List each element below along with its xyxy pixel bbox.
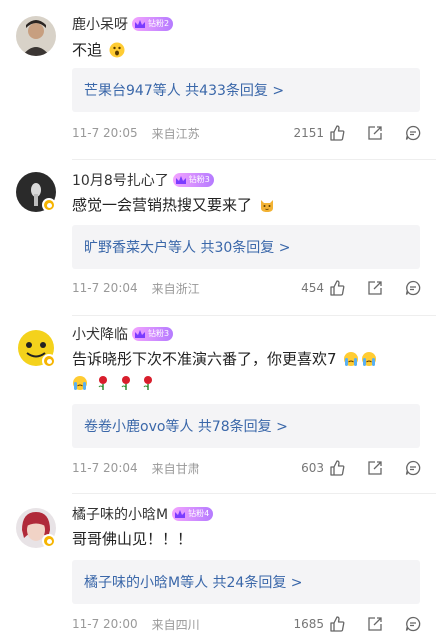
comment-location: 来自江苏	[151, 126, 200, 141]
comment-icon[interactable]	[404, 279, 422, 297]
comment-actions: 454	[301, 278, 422, 298]
crown-icon	[135, 330, 145, 338]
avatar[interactable]	[16, 16, 56, 56]
like-count: 1685	[293, 617, 324, 631]
replies-summary[interactable]: 芒果台947等人 共433条回复 >	[72, 68, 420, 112]
like-count: 2151	[293, 126, 324, 140]
fan-badge: 钻粉3	[132, 327, 174, 341]
comment-meta: 11-7 20:04 来自浙江 454	[72, 278, 422, 298]
thumbs-up-icon[interactable]	[328, 459, 346, 477]
comment-date: 11-7 20:05	[72, 126, 138, 140]
thumbs-up-icon[interactable]	[328, 279, 346, 297]
crying-emoji-icon	[344, 352, 359, 366]
username-row: 橘子味的小晗M 钻粉4	[72, 504, 214, 524]
verified-badge-icon	[42, 354, 56, 368]
crown-icon	[175, 510, 186, 518]
username-row: 小犬降临 钻粉3	[72, 324, 174, 344]
comment-item: 10月8号扎心了 钻粉3 感觉一会营销热搜又要来了 旷野香菜大户等人 共30条回…	[0, 160, 436, 316]
crown-icon	[175, 176, 186, 184]
comment-actions: 603	[301, 458, 422, 478]
username[interactable]: 橘子味的小晗M	[72, 504, 168, 524]
comment-text-content: 不追	[72, 41, 103, 59]
comment-meta: 11-7 20:04 来自甘肃 603	[72, 458, 422, 478]
comment-actions: 2151	[293, 123, 422, 143]
fan-badge-label: 钻粉4	[188, 509, 210, 518]
scared-emoji-icon	[109, 42, 125, 58]
fan-badge-label: 钻粉2	[148, 19, 170, 28]
replies-summary[interactable]: 旷野香菜大户等人 共30条回复 >	[72, 225, 420, 269]
comment-item: 橘子味的小晗M 钻粉4 哥哥佛山见！！！ 橘子味的小晗M等人 共24条回复 > …	[0, 494, 436, 640]
fan-badge-label: 钻粉3	[188, 175, 210, 184]
comment-date: 11-7 20:00	[72, 617, 138, 631]
replies-link[interactable]: 旷野香菜大户等人 共30条回复 >	[84, 237, 290, 257]
comment-location: 来自浙江	[151, 281, 200, 296]
crying-emoji-icon	[73, 376, 87, 390]
replies-summary[interactable]: 卷卷小鹿ovo等人 共78条回复 >	[72, 404, 420, 448]
crown-icon	[135, 20, 145, 28]
fan-badge: 钻粉3	[172, 173, 214, 187]
comment-location: 来自四川	[151, 617, 200, 632]
rose-emoji-icon	[143, 376, 153, 390]
comment-icon[interactable]	[404, 459, 422, 477]
thumbs-up-icon[interactable]	[328, 615, 346, 633]
fan-badge-label: 钻粉3	[148, 329, 170, 338]
comment-text: 告诉晓彤下次不准演六番了，你更喜欢7	[72, 347, 422, 395]
comment-actions: 1685	[293, 614, 422, 634]
fan-badge: 钻粉4	[172, 507, 214, 521]
comment-icon[interactable]	[404, 615, 422, 633]
comment-date: 11-7 20:04	[72, 281, 138, 295]
username-row: 鹿小呆呀 钻粉2	[72, 14, 174, 34]
like-count: 603	[301, 461, 324, 475]
comment-text: 感觉一会营销热搜又要来了	[72, 193, 422, 217]
rose-emoji-icon	[98, 376, 107, 390]
comment-meta: 11-7 20:05 来自江苏 2151	[72, 123, 422, 143]
fan-badge: 钻粉2	[132, 17, 174, 31]
replies-link[interactable]: 芒果台947等人 共433条回复 >	[84, 80, 284, 100]
comment-text: 哥哥佛山见！！！	[72, 527, 422, 551]
like-count: 454	[301, 281, 324, 295]
rose-emoji-icon	[121, 376, 130, 390]
comment-text-content: 哥哥佛山见！！！	[72, 530, 193, 548]
cat-emoji-icon	[260, 200, 273, 212]
comment-text: 不追	[72, 38, 422, 62]
username-row: 10月8号扎心了 钻粉3	[72, 170, 214, 190]
comment-location: 来自甘肃	[151, 461, 200, 476]
verified-badge-icon	[42, 198, 56, 212]
comment-date: 11-7 20:04	[72, 461, 138, 475]
replies-link[interactable]: 卷卷小鹿ovo等人 共78条回复 >	[84, 416, 288, 436]
verified-badge-icon	[42, 534, 56, 548]
share-icon[interactable]	[366, 124, 384, 142]
share-icon[interactable]	[366, 459, 384, 477]
share-icon[interactable]	[366, 279, 384, 297]
thumbs-up-icon[interactable]	[328, 124, 346, 142]
replies-summary[interactable]: 橘子味的小晗M等人 共24条回复 >	[72, 560, 420, 604]
comment-meta: 11-7 20:00 来自四川 1685	[72, 614, 422, 634]
comment-icon[interactable]	[404, 124, 422, 142]
replies-link[interactable]: 橘子味的小晗M等人 共24条回复 >	[84, 572, 303, 592]
comment-item: 鹿小呆呀 钻粉2 不追 芒果台947等人 共433条回复 > 11-7 20:0…	[0, 0, 436, 160]
comment-item: 小犬降临 钻粉3 告诉晓彤下次不准演六番了，你更喜欢7 卷卷小鹿ovo等人 共7…	[0, 316, 436, 494]
share-icon[interactable]	[366, 615, 384, 633]
crying-emoji-icon	[362, 352, 377, 366]
username[interactable]: 小犬降临	[72, 324, 128, 344]
comment-text-content: 感觉一会营销热搜又要来了	[72, 196, 253, 214]
username[interactable]: 10月8号扎心了	[72, 170, 169, 190]
comment-text-content: 告诉晓彤下次不准演六番了，你更喜欢7	[72, 350, 337, 368]
username[interactable]: 鹿小呆呀	[72, 14, 128, 34]
